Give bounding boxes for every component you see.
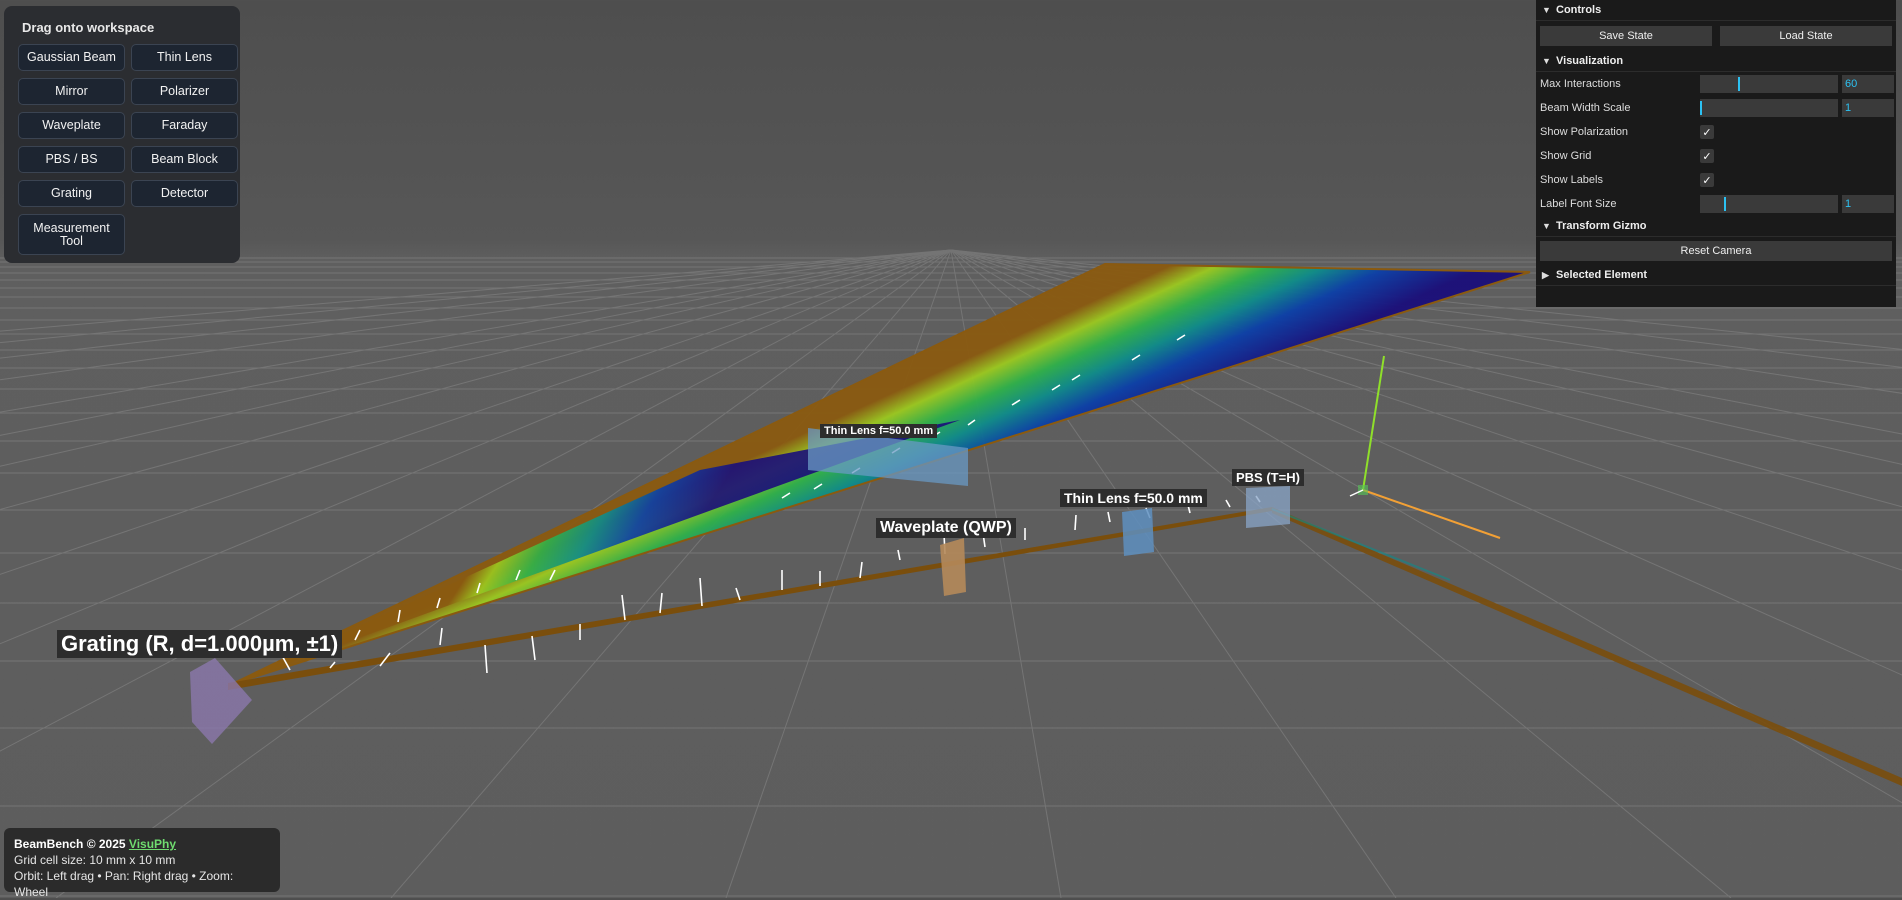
beam-width-scale-slider[interactable] bbox=[1700, 99, 1838, 117]
label-font-size-row: Label Font Size 1 bbox=[1536, 192, 1896, 216]
chevron-right-icon: ▶ bbox=[1542, 269, 1549, 280]
label-font-size-slider[interactable] bbox=[1700, 195, 1838, 213]
controls-folder-header[interactable]: ▼ Controls bbox=[1536, 0, 1896, 21]
grating-label: Grating (R, d=1.000µm, ±1) bbox=[57, 630, 343, 658]
show-polarization-row: Show Polarization ✓ bbox=[1536, 120, 1896, 144]
max-interactions-label: Max Interactions bbox=[1540, 78, 1621, 90]
waveplate-label: Waveplate (QWP) bbox=[876, 518, 1016, 538]
palette-gaussian-beam-button[interactable]: Gaussian Beam bbox=[18, 44, 125, 71]
palette-title: Drag onto workspace bbox=[22, 20, 155, 35]
thin-lens-near-element[interactable] bbox=[1122, 508, 1154, 556]
show-polarization-checkbox[interactable]: ✓ bbox=[1700, 125, 1714, 139]
reset-camera-button[interactable]: Reset Camera bbox=[1540, 241, 1892, 261]
credit-line: BeamBench © 2025 VisuPhy bbox=[14, 836, 270, 852]
component-palette: Drag onto workspace Gaussian Beam Thin L… bbox=[4, 6, 240, 263]
thin-lens-far-label: Thin Lens f=50.0 mm bbox=[820, 424, 938, 438]
show-grid-checkbox[interactable]: ✓ bbox=[1700, 149, 1714, 163]
controls-panel: ▼ Controls Save State Load State ▼ Visua… bbox=[1536, 0, 1896, 307]
thin-lens-near-label: Thin Lens f=50.0 mm bbox=[1060, 489, 1207, 507]
palette-polarizer-button[interactable]: Polarizer bbox=[131, 78, 238, 105]
app-name: BeamBench © 2025 bbox=[14, 837, 126, 851]
palette-pbs-bs-button[interactable]: PBS / BS bbox=[18, 146, 125, 173]
load-state-button[interactable]: Load State bbox=[1720, 26, 1892, 46]
max-interactions-row: Max Interactions 60 bbox=[1536, 72, 1896, 96]
chevron-down-icon: ▼ bbox=[1542, 56, 1551, 66]
slider-knob[interactable] bbox=[1724, 197, 1726, 211]
palette-measurement-tool-button[interactable]: Measurement Tool bbox=[18, 214, 125, 255]
transform-gizmo-folder-header[interactable]: ▼ Transform Gizmo bbox=[1536, 216, 1896, 237]
label-font-size-input[interactable]: 1 bbox=[1842, 195, 1894, 213]
waveplate-element[interactable] bbox=[940, 538, 966, 596]
beam-width-scale-input[interactable]: 1 bbox=[1842, 99, 1894, 117]
palette-waveplate-button[interactable]: Waveplate bbox=[18, 112, 125, 139]
visualization-title: Visualization bbox=[1556, 55, 1624, 67]
palette-detector-button[interactable]: Detector bbox=[131, 180, 238, 207]
palette-thin-lens-button[interactable]: Thin Lens bbox=[131, 44, 238, 71]
selected-element-folder-header[interactable]: ▶ Selected Element bbox=[1536, 265, 1896, 286]
slider-knob[interactable] bbox=[1738, 77, 1740, 91]
grid-size-text: Grid cell size: 10 mm x 10 mm bbox=[14, 853, 176, 867]
navigation-help-text: Orbit: Left drag • Pan: Right drag • Zoo… bbox=[14, 869, 234, 899]
pbs-element[interactable] bbox=[1246, 486, 1290, 528]
palette-grating-button[interactable]: Grating bbox=[18, 180, 125, 207]
slider-knob[interactable] bbox=[1700, 101, 1702, 115]
transform-gizmo-title: Transform Gizmo bbox=[1556, 220, 1647, 232]
max-interactions-slider[interactable] bbox=[1700, 75, 1838, 93]
grating-element[interactable] bbox=[190, 658, 252, 744]
main-beam bbox=[228, 507, 1902, 786]
label-font-size-label: Label Font Size bbox=[1540, 198, 1617, 210]
show-grid-row: Show Grid ✓ bbox=[1536, 144, 1896, 168]
chevron-down-icon: ▼ bbox=[1542, 5, 1551, 15]
show-labels-label: Show Labels bbox=[1540, 174, 1603, 186]
show-polarization-label: Show Polarization bbox=[1540, 126, 1629, 138]
palette-mirror-button[interactable]: Mirror bbox=[18, 78, 125, 105]
transform-gizmo[interactable] bbox=[1349, 355, 1501, 539]
selected-element-title: Selected Element bbox=[1556, 269, 1648, 281]
show-labels-checkbox[interactable]: ✓ bbox=[1700, 173, 1714, 187]
beam-width-scale-row: Beam Width Scale 1 bbox=[1536, 96, 1896, 120]
chevron-down-icon: ▼ bbox=[1542, 221, 1551, 231]
show-labels-row: Show Labels ✓ bbox=[1536, 168, 1896, 192]
palette-beam-block-button[interactable]: Beam Block bbox=[131, 146, 238, 173]
visualization-folder-header[interactable]: ▼ Visualization bbox=[1536, 51, 1896, 72]
save-state-button[interactable]: Save State bbox=[1540, 26, 1712, 46]
pbs-label: PBS (T=H) bbox=[1232, 469, 1304, 486]
visuphy-link[interactable]: VisuPhy bbox=[129, 837, 176, 851]
controls-title: Controls bbox=[1556, 4, 1602, 16]
show-grid-label: Show Grid bbox=[1540, 150, 1592, 162]
palette-faraday-button[interactable]: Faraday bbox=[131, 112, 238, 139]
info-box: BeamBench © 2025 VisuPhy Grid cell size:… bbox=[4, 828, 280, 899]
beam-width-scale-label: Beam Width Scale bbox=[1540, 102, 1631, 114]
max-interactions-input[interactable]: 60 bbox=[1842, 75, 1894, 93]
